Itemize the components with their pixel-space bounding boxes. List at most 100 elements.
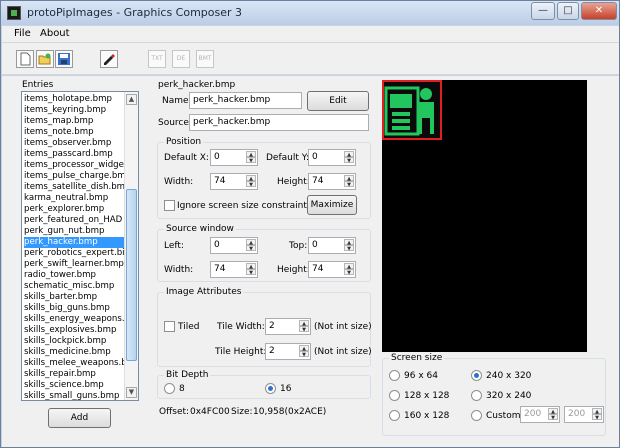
default-x-spinner[interactable]: 0 ▲ ▼ [210, 149, 258, 166]
list-item[interactable]: skills_energy_weapons.l [24, 314, 124, 325]
tile-width-spinner[interactable]: 2 ▲ ▼ [265, 318, 311, 335]
edit-button[interactable]: Edit [307, 91, 369, 111]
ignore-constraints-checkbox[interactable] [164, 200, 175, 211]
spinner-arrows-icon[interactable]: ▲ ▼ [246, 151, 256, 164]
src-height-spinner[interactable]: 74 ▲ ▼ [308, 261, 356, 278]
list-item[interactable]: perk_featured_on_HAD [24, 215, 124, 226]
bit-depth-group: Bit Depth [157, 370, 371, 399]
list-item[interactable]: perk_hacker.bmp [24, 237, 124, 248]
maximize-button[interactable]: □ [557, 2, 579, 20]
list-item[interactable]: items_map.bmp [24, 116, 124, 127]
default-y-spinner[interactable]: 0 ▲ ▼ [308, 149, 356, 166]
list-item[interactable]: skills_medicine.bmp [24, 347, 124, 358]
minimize-button[interactable]: — [531, 2, 555, 20]
list-item[interactable]: items_holotape.bmp [24, 94, 124, 105]
list-item[interactable]: skills_repair.bmp [24, 369, 124, 380]
edit-pencil-icon[interactable] [100, 50, 118, 68]
top-label: Top: [289, 241, 308, 251]
new-file-icon[interactable] [16, 50, 34, 68]
de-button[interactable]: DE [172, 50, 190, 68]
title-bar[interactable]: protoPipImages - Graphics Composer 3 — □… [1, 1, 619, 25]
screen-128x128-radio[interactable] [389, 390, 400, 401]
top-value: 0 [312, 240, 318, 250]
height-spinner[interactable]: 74 ▲ ▼ [308, 173, 356, 190]
list-item[interactable]: schematic_misc.bmp [24, 281, 124, 292]
source-window-title: Source window [164, 224, 236, 234]
list-item[interactable]: items_note.bmp [24, 127, 124, 138]
list-item[interactable]: items_pulse_charge.bmp [24, 171, 124, 182]
custom-width-spinner[interactable]: 200 ▲ ▼ [520, 406, 560, 423]
tile-width-note: (Not int size) [314, 322, 372, 332]
scroll-thumb[interactable] [126, 189, 137, 361]
screen-240x320-radio[interactable] [471, 370, 482, 381]
maximize-button[interactable]: Maximize [307, 195, 357, 215]
left-spinner[interactable]: 0 ▲ ▼ [210, 237, 258, 254]
custom-width-value: 200 [524, 409, 542, 419]
spinner-arrows-icon[interactable]: ▲ ▼ [344, 263, 354, 276]
spinner-arrows-icon[interactable]: ▲ ▼ [299, 320, 309, 333]
width-spinner[interactable]: 74 ▲ ▼ [210, 173, 258, 190]
bit-depth-8-label: 8 [179, 384, 185, 394]
left-value: 0 [214, 240, 220, 250]
scroll-down-icon[interactable]: ▼ [126, 387, 137, 398]
tile-height-value: 2 [269, 346, 275, 356]
list-item[interactable]: skills_melee_weapons.bi [24, 358, 124, 369]
spinner-arrows-icon[interactable]: ▲ ▼ [344, 151, 354, 164]
tile-height-label: Tile Height: [215, 347, 267, 357]
top-spinner[interactable]: 0 ▲ ▼ [308, 237, 356, 254]
custom-height-spinner[interactable]: 200 ▲ ▼ [564, 406, 604, 423]
list-item[interactable]: karma_neutral.bmp [24, 193, 124, 204]
list-item[interactable]: items_observer.bmp [24, 138, 124, 149]
list-item[interactable]: items_keyring.bmp [24, 105, 124, 116]
add-button[interactable]: Add [48, 408, 111, 428]
list-item[interactable]: items_passcard.bmp [24, 149, 124, 160]
open-folder-icon[interactable] [36, 50, 54, 68]
screen-320x240-radio[interactable] [471, 390, 482, 401]
spinner-arrows-icon[interactable]: ▲ ▼ [344, 239, 354, 252]
list-item[interactable]: skills_big_guns.bmp [24, 303, 124, 314]
list-item[interactable]: items_satellite_dish.bmp [24, 182, 124, 193]
name-input[interactable]: perk_hacker.bmp [189, 92, 302, 109]
list-item[interactable]: perk_robotics_expert.bi [24, 248, 124, 259]
spinner-arrows-icon[interactable]: ▲ ▼ [344, 175, 354, 188]
spinner-arrows-icon[interactable]: ▲ ▼ [548, 408, 558, 421]
list-item[interactable]: items_processor_widget [24, 160, 124, 171]
spinner-arrows-icon[interactable]: ▲ ▼ [246, 175, 256, 188]
bit-depth-16-radio[interactable] [265, 383, 276, 394]
src-height-label: Height: [277, 265, 310, 275]
list-item[interactable]: perk_swift_learner.bmp [24, 259, 124, 270]
entries-scrollbar[interactable]: ▲ ▼ [124, 92, 138, 400]
bmt-button[interactable]: BMT [196, 50, 214, 68]
spinner-arrows-icon[interactable]: ▲ ▼ [246, 239, 256, 252]
list-item[interactable]: skills_small_guns.bmp [24, 391, 124, 400]
list-item[interactable]: radio_tower.bmp [24, 270, 124, 281]
list-item[interactable]: skills_lockpick.bmp [24, 336, 124, 347]
preview-canvas[interactable] [382, 80, 587, 352]
spinner-arrows-icon[interactable]: ▲ ▼ [299, 345, 309, 358]
tiled-checkbox[interactable] [164, 321, 175, 332]
source-input[interactable]: perk_hacker.bmp [189, 114, 369, 131]
bit-depth-8-radio[interactable] [164, 383, 175, 394]
screen-custom-radio[interactable] [471, 410, 482, 421]
list-item[interactable]: perk_gun_nut.bmp [24, 226, 124, 237]
close-button[interactable]: ✕ [581, 2, 617, 20]
list-item[interactable]: perk_explorer.bmp [24, 204, 124, 215]
screen-96x64-radio[interactable] [389, 370, 400, 381]
list-item[interactable]: skills_barter.bmp [24, 292, 124, 303]
entries-title: Entries [22, 80, 54, 90]
src-height-value: 74 [312, 264, 324, 274]
list-item[interactable]: skills_explosives.bmp [24, 325, 124, 336]
spinner-arrows-icon[interactable]: ▲ ▼ [592, 408, 602, 421]
app-icon [7, 6, 21, 20]
menu-file[interactable]: File [14, 28, 31, 39]
src-width-spinner[interactable]: 74 ▲ ▼ [210, 261, 258, 278]
txt-button[interactable]: TXT [148, 50, 166, 68]
menu-about[interactable]: About [40, 28, 70, 39]
screen-160x128-radio[interactable] [389, 410, 400, 421]
save-disk-icon[interactable] [55, 50, 73, 68]
list-item[interactable]: skills_science.bmp [24, 380, 124, 391]
tile-height-spinner[interactable]: 2 ▲ ▼ [265, 343, 311, 360]
scroll-up-icon[interactable]: ▲ [126, 94, 137, 105]
entries-list[interactable]: items_holotape.bmp items_keyring.bmp items… [21, 91, 139, 401]
spinner-arrows-icon[interactable]: ▲ ▼ [246, 263, 256, 276]
